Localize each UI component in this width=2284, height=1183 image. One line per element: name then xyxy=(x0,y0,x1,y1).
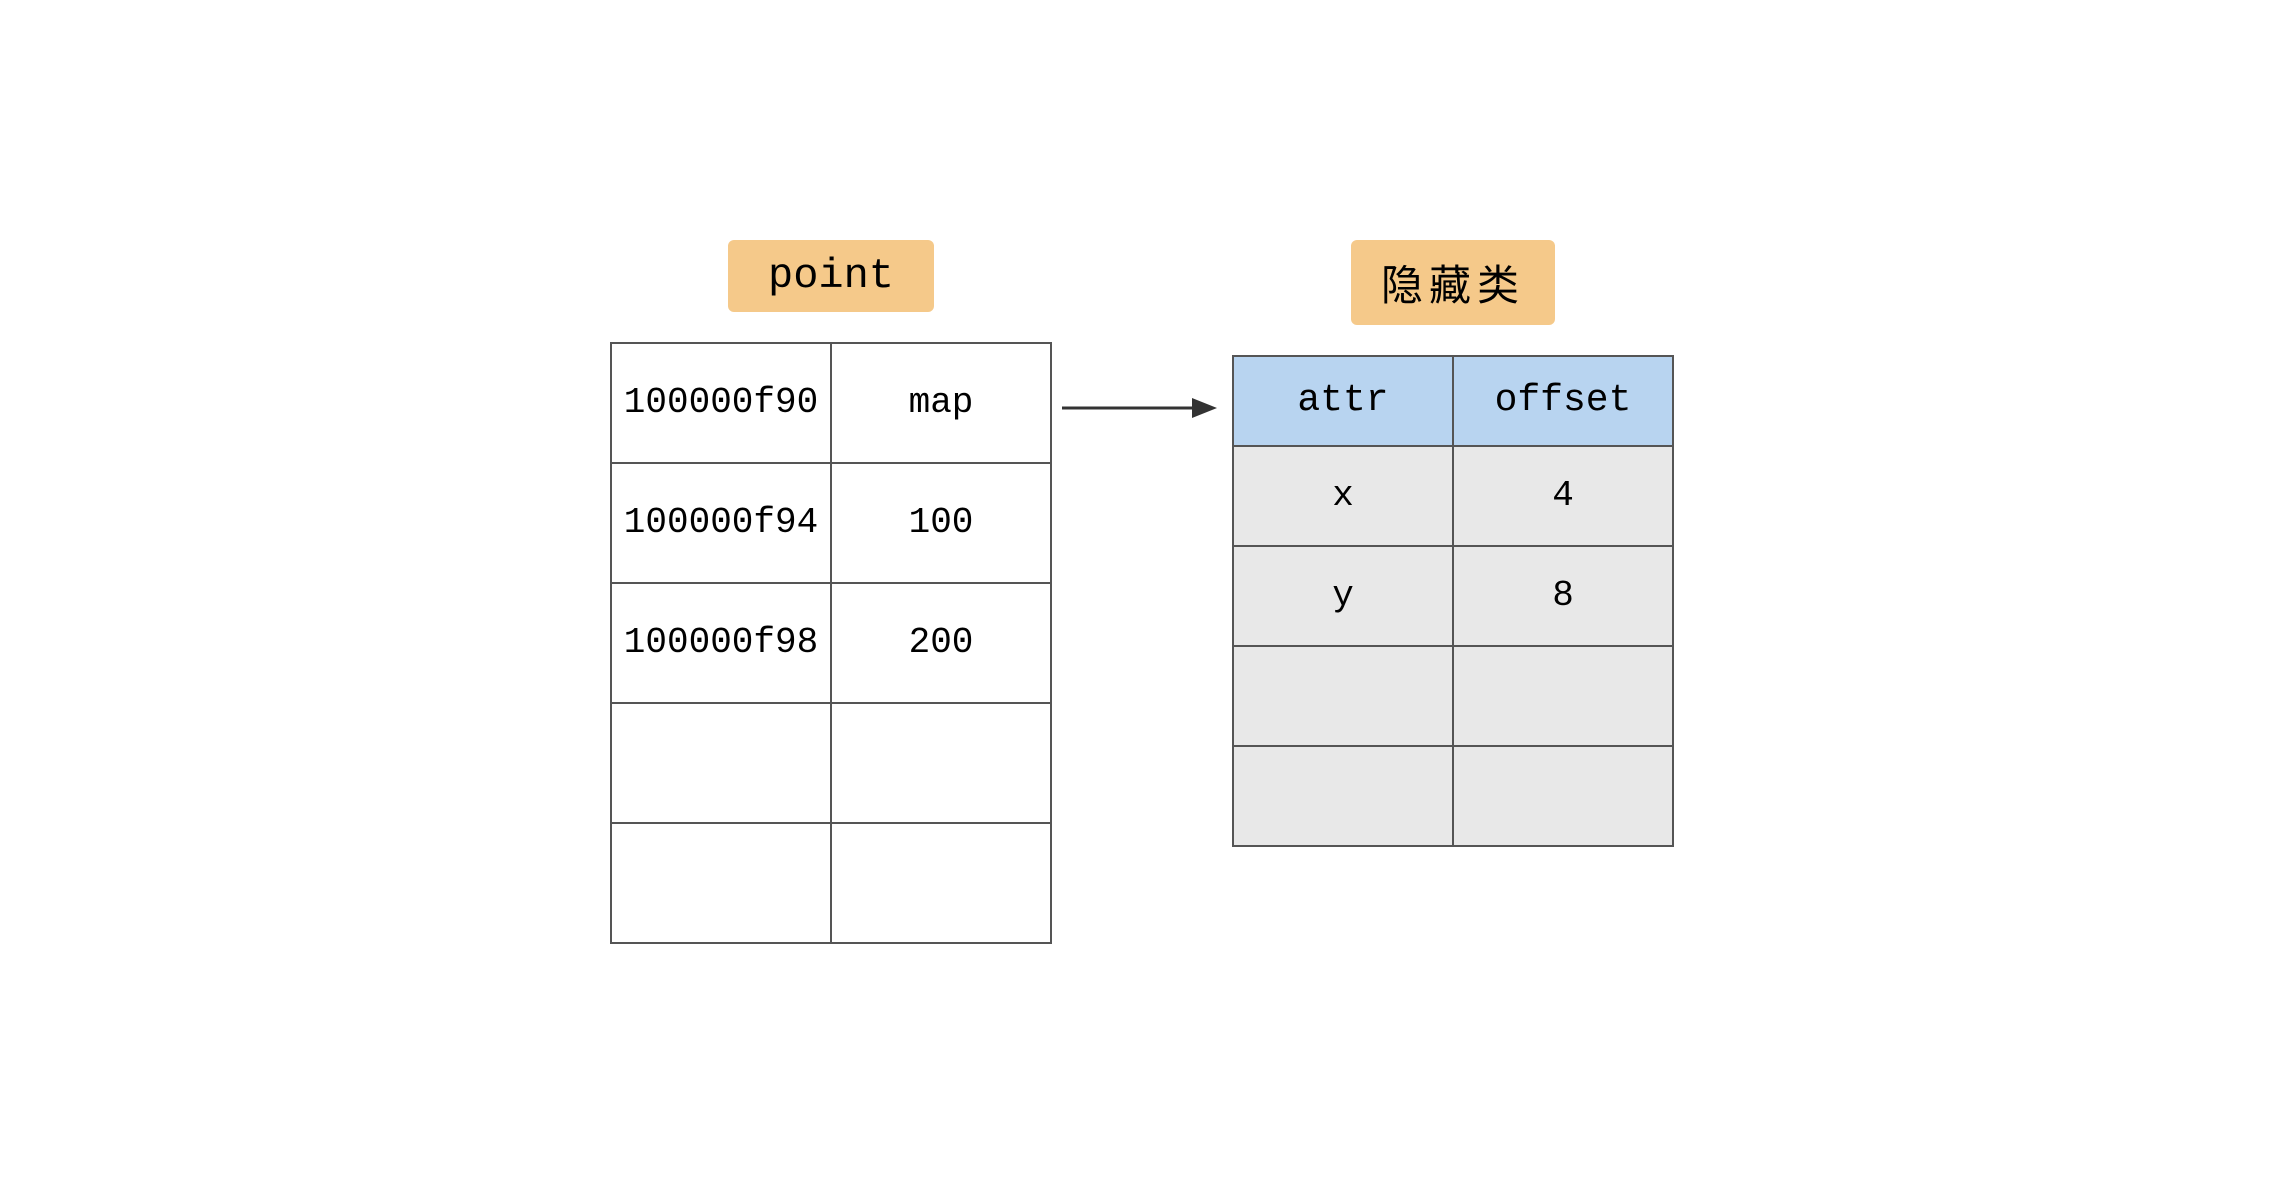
table-row: 100000f90 map xyxy=(611,343,1051,463)
right-header-attr: attr xyxy=(1233,356,1453,446)
table-row: y 8 xyxy=(1233,546,1673,646)
diagram: point 100000f90 map 100000f94 100 100000… xyxy=(610,240,1674,944)
right-attr-2: y xyxy=(1233,546,1453,646)
table-row xyxy=(1233,746,1673,846)
arrow-icon xyxy=(1062,388,1222,428)
table-row: 100000f94 100 xyxy=(611,463,1051,583)
left-address-4 xyxy=(611,703,831,823)
right-offset-4 xyxy=(1453,746,1673,846)
table-row: x 4 xyxy=(1233,446,1673,546)
left-section: point 100000f90 map 100000f94 100 100000… xyxy=(610,240,1052,944)
left-address-3: 100000f98 xyxy=(611,583,831,703)
right-label: 隐藏类 xyxy=(1351,240,1555,325)
right-attr-4 xyxy=(1233,746,1453,846)
right-header-offset: offset xyxy=(1453,356,1673,446)
left-address-5 xyxy=(611,823,831,943)
table-row xyxy=(611,823,1051,943)
right-header-row: attr offset xyxy=(1233,356,1673,446)
right-attr-1: x xyxy=(1233,446,1453,546)
left-value-2: 100 xyxy=(831,463,1051,583)
right-offset-1: 4 xyxy=(1453,446,1673,546)
left-address-2: 100000f94 xyxy=(611,463,831,583)
table-row: 100000f98 200 xyxy=(611,583,1051,703)
left-value-4 xyxy=(831,703,1051,823)
right-section: 隐藏类 attr offset x 4 y 8 xyxy=(1232,240,1674,847)
left-value-3: 200 xyxy=(831,583,1051,703)
left-label: point xyxy=(728,240,934,312)
table-row xyxy=(1233,646,1673,746)
arrow-section xyxy=(1052,388,1232,428)
left-address-1: 100000f90 xyxy=(611,343,831,463)
table-row xyxy=(611,703,1051,823)
left-value-5 xyxy=(831,823,1051,943)
right-attr-3 xyxy=(1233,646,1453,746)
right-table: attr offset x 4 y 8 xyxy=(1232,355,1674,847)
right-offset-2: 8 xyxy=(1453,546,1673,646)
left-table: 100000f90 map 100000f94 100 100000f98 20… xyxy=(610,342,1052,944)
right-offset-3 xyxy=(1453,646,1673,746)
left-value-1: map xyxy=(831,343,1051,463)
